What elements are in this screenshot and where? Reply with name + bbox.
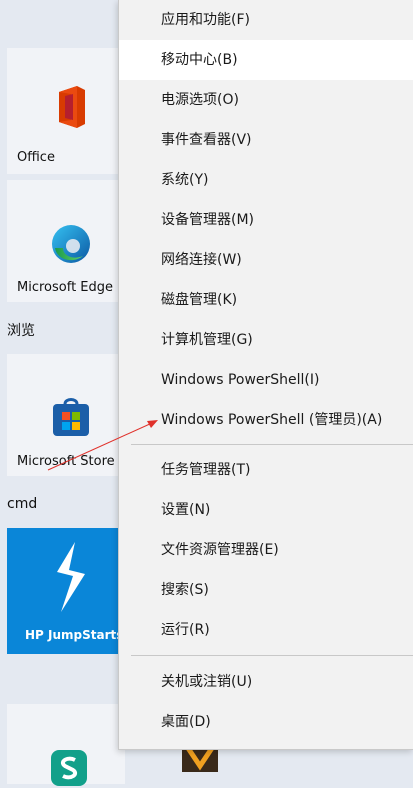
menu-item-power-options[interactable]: 电源选项(O) <box>119 80 413 120</box>
menu-item-network-connections[interactable]: 网络连接(W) <box>119 240 413 280</box>
menu-item-powershell[interactable]: Windows PowerShell(I) <box>119 360 413 400</box>
menu-item-file-explorer[interactable]: 文件资源管理器(E) <box>119 530 413 570</box>
menu-item-mobility-center[interactable]: 移动中心(B) <box>119 40 413 80</box>
menu-item-computer-management[interactable]: 计算机管理(G) <box>119 320 413 360</box>
tile-store[interactable]: Microsoft Store <box>7 354 125 476</box>
app-s-icon <box>51 750 87 786</box>
menu-item-system[interactable]: 系统(Y) <box>119 160 413 200</box>
office-icon <box>59 86 85 128</box>
group-label-browse: 浏览 <box>7 323 35 339</box>
tile-edge[interactable]: Microsoft Edge <box>7 180 125 302</box>
menu-item-apps-features[interactable]: 应用和功能(F) <box>119 0 413 40</box>
menu-item-task-manager[interactable]: 任务管理器(T) <box>119 450 413 490</box>
tile-hp-jumpstarts[interactable]: HP JumpStarts <box>7 528 125 654</box>
menu-item-device-manager[interactable]: 设备管理器(M) <box>119 200 413 240</box>
tile-edge-label: Microsoft Edge <box>17 280 114 295</box>
tile-office-label: Office <box>17 150 55 165</box>
store-icon <box>53 398 89 436</box>
tile-store-label: Microsoft Store <box>17 454 115 469</box>
menu-separator-2 <box>131 655 413 656</box>
menu-item-run[interactable]: 运行(R) <box>119 610 413 650</box>
tile-office[interactable]: Office <box>7 48 125 174</box>
menu-item-shutdown-signout[interactable]: 关机或注销(U) <box>119 662 413 702</box>
menu-separator-1 <box>131 444 413 445</box>
tile-bottom-left[interactable] <box>7 704 125 786</box>
edge-icon <box>52 225 90 263</box>
menu-item-search[interactable]: 搜索(S) <box>119 570 413 610</box>
menu-item-desktop[interactable]: 桌面(D) <box>119 702 413 742</box>
menu-item-settings[interactable]: 设置(N) <box>119 490 413 530</box>
menu-item-powershell-admin[interactable]: Windows PowerShell (管理员)(A) <box>119 400 413 440</box>
winx-context-menu: 应用和功能(F) 移动中心(B) 电源选项(O) 事件查看器(V) 系统(Y) … <box>118 0 413 750</box>
menu-item-event-viewer[interactable]: 事件查看器(V) <box>119 120 413 160</box>
group-label-cmd: cmd <box>7 496 38 512</box>
hp-jumpstarts-icon <box>57 542 85 612</box>
menu-item-disk-management[interactable]: 磁盘管理(K) <box>119 280 413 320</box>
tile-hp-jumpstarts-label: HP JumpStarts <box>25 628 124 642</box>
